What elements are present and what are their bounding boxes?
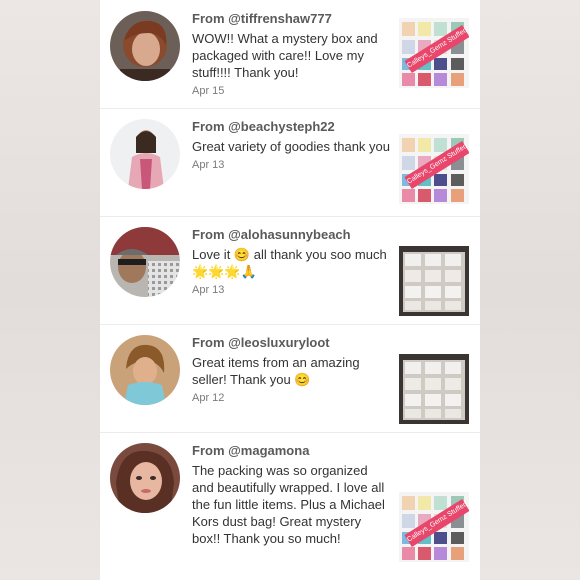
- review-photo[interactable]: [399, 354, 469, 424]
- review-from[interactable]: From @leosluxuryloot: [192, 335, 392, 351]
- background-left: [0, 0, 100, 580]
- review-date: Apr 13: [192, 284, 225, 296]
- user-avatar[interactable]: [110, 335, 180, 405]
- review-date: Apr 13: [192, 159, 225, 171]
- review-item: From @magamona The packing was so organi…: [100, 432, 480, 580]
- review-message: Great items from an amazing seller! Than…: [192, 355, 360, 387]
- review-photo[interactable]: Calleys_Gemz Stuffed: [399, 134, 469, 204]
- review-from[interactable]: From @tiffrenshaw777: [192, 11, 392, 27]
- review-item: From @tiffrenshaw777 WOW!! What a myster…: [100, 0, 480, 109]
- review-date: Apr 12: [192, 392, 225, 404]
- review-item: From @leosluxuryloot Great items from an…: [100, 324, 480, 433]
- user-photo-icon: [110, 119, 180, 189]
- user-photo-icon: [110, 11, 180, 81]
- review-photo[interactable]: Calleys_Gemz Stuffed: [399, 18, 469, 88]
- reviews-card: From @tiffrenshaw777 WOW!! What a myster…: [100, 0, 480, 580]
- review-from[interactable]: From @magamona: [192, 443, 392, 459]
- review-message: The packing was so organized and beautif…: [192, 463, 385, 546]
- review-date: Apr 15: [192, 85, 225, 97]
- review-item: From @alohasunnybeach Love it 😊 all than…: [100, 216, 480, 325]
- user-avatar[interactable]: [110, 227, 180, 297]
- user-photo-icon: [110, 443, 180, 513]
- boxes-photo-icon: [399, 354, 469, 424]
- user-photo-icon: [110, 335, 180, 405]
- review-message: Great variety of goodies thank you: [192, 139, 391, 154]
- review-from[interactable]: From @beachysteph22: [192, 119, 392, 135]
- boxes-photo-icon: [399, 246, 469, 316]
- user-avatar[interactable]: [110, 443, 180, 513]
- review-item: From @beachysteph22 Great variety of goo…: [100, 108, 480, 217]
- review-photo[interactable]: Calleys_Gemz Stuffed: [399, 492, 469, 562]
- review-from[interactable]: From @alohasunnybeach: [192, 227, 392, 243]
- review-message: Love it 😊 all thank you soo much 🌟🌟🌟🙏: [192, 247, 387, 279]
- background-right: [480, 0, 580, 580]
- review-photo[interactable]: [399, 246, 469, 316]
- user-avatar[interactable]: [110, 119, 180, 189]
- review-message: WOW!! What a mystery box and packaged wi…: [192, 31, 378, 80]
- user-photo-icon: [110, 227, 180, 297]
- user-avatar[interactable]: [110, 11, 180, 81]
